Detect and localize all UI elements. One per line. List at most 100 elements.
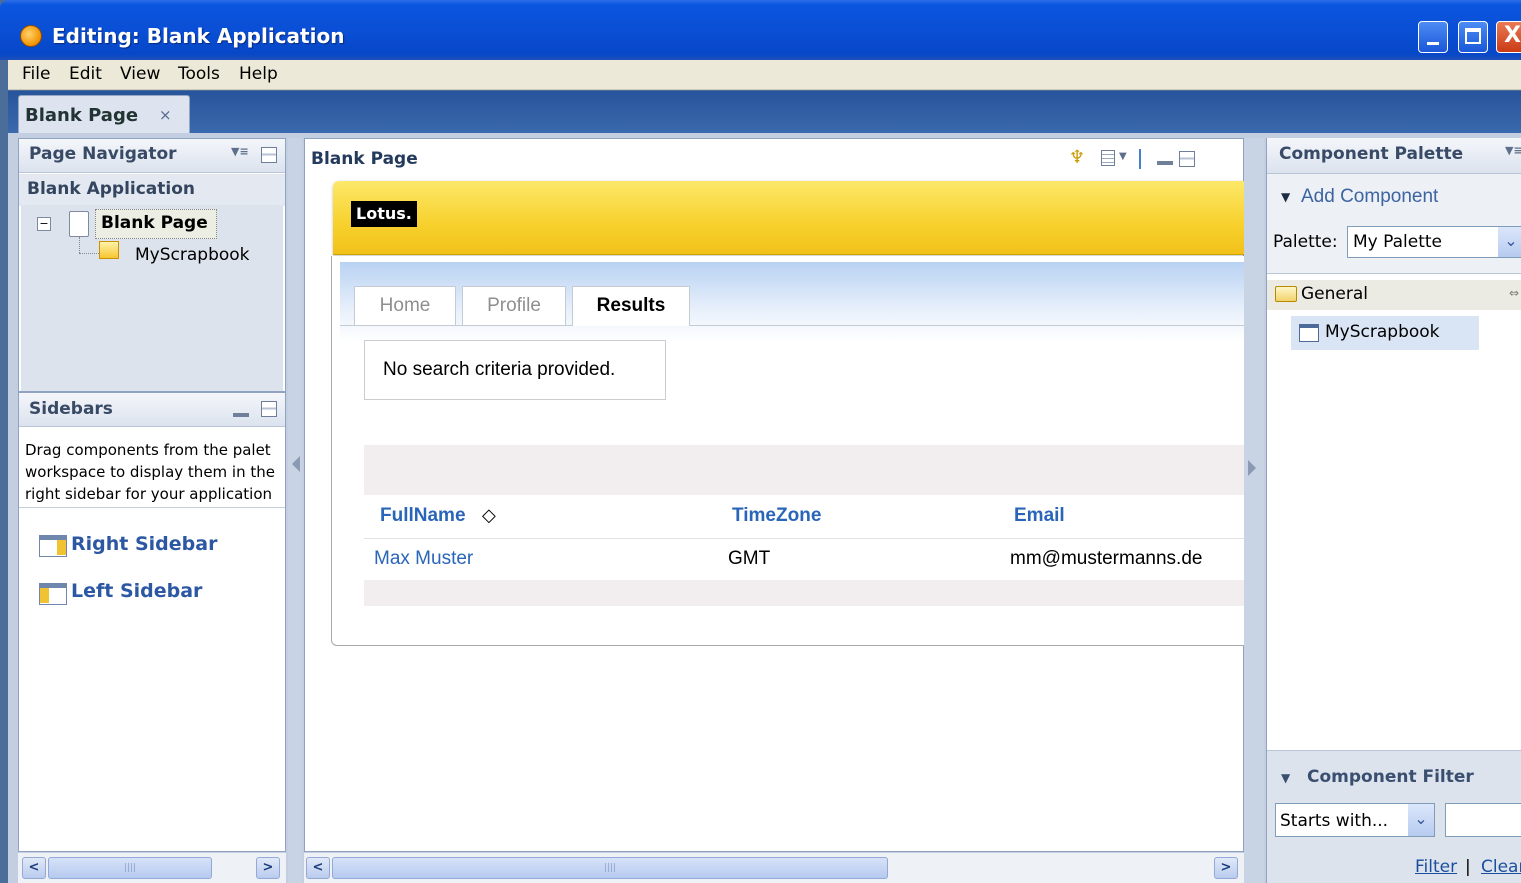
navigator-application[interactable]: Blank Application bbox=[19, 174, 285, 206]
toolbar-separator bbox=[1139, 149, 1141, 169]
column-fullname[interactable]: FullName bbox=[380, 505, 466, 527]
right-sidebar-icon bbox=[39, 535, 67, 557]
close-button[interactable]: X bbox=[1496, 21, 1521, 53]
category-general[interactable]: General ⇔ bbox=[1267, 280, 1521, 310]
window-icon bbox=[1299, 324, 1319, 342]
palette-label: Palette: bbox=[1273, 232, 1338, 252]
collapse-toggle-icon[interactable]: − bbox=[37, 217, 51, 231]
collapse-left-icon[interactable] bbox=[292, 456, 300, 472]
tab-close-icon[interactable]: × bbox=[159, 106, 172, 124]
layout-dropdown-icon[interactable]: ▼ bbox=[1119, 151, 1127, 162]
cell-fullname[interactable]: Max Muster bbox=[374, 548, 473, 570]
page-editor-header: Blank Page ♆ ▼ bbox=[305, 139, 1243, 179]
maximize-panel-icon[interactable] bbox=[261, 401, 277, 417]
menu-tools[interactable]: Tools bbox=[178, 64, 220, 84]
menu-edit[interactable]: Edit bbox=[69, 64, 102, 84]
cell-timezone: GMT bbox=[728, 548, 771, 569]
minimize-panel-icon[interactable] bbox=[233, 413, 249, 417]
page-editor: Blank Page ♆ ▼ Lotus. Home Profile Resul… bbox=[304, 138, 1245, 852]
table-header: FullName ◇ TimeZone Email bbox=[364, 495, 1244, 539]
app-icon bbox=[20, 25, 42, 47]
column-timezone[interactable]: TimeZone bbox=[732, 505, 821, 527]
maximize-button[interactable] bbox=[1458, 21, 1488, 53]
minimize-button[interactable] bbox=[1418, 21, 1448, 53]
palette-select[interactable]: My Palette ⌄ bbox=[1347, 226, 1521, 258]
chevron-down-icon[interactable]: ⌄ bbox=[1408, 804, 1434, 836]
sidebars-panel: Sidebars Drag components from the palet … bbox=[18, 392, 286, 852]
left-splitter[interactable] bbox=[288, 138, 302, 883]
filter-link[interactable]: Filter bbox=[1415, 857, 1457, 877]
view-menu-icon[interactable]: ▼≡ bbox=[231, 145, 249, 158]
lightbulb-icon[interactable]: ♆ bbox=[1069, 147, 1085, 168]
view-menu-icon[interactable]: ▼≡ bbox=[1505, 144, 1521, 157]
minimize-panel-icon[interactable] bbox=[1157, 161, 1173, 165]
sort-icon[interactable]: ◇ bbox=[482, 505, 496, 526]
table-row: Max Muster GMT mm@mustermanns.de bbox=[364, 540, 1244, 580]
right-sidebar-item[interactable]: Right Sidebar bbox=[71, 533, 217, 555]
chevron-down-icon[interactable]: ⌄ bbox=[1498, 227, 1521, 257]
scroll-thumb[interactable]: |||| bbox=[48, 857, 212, 879]
tab-underline bbox=[340, 325, 1244, 326]
cell-email: mm@mustermanns.de bbox=[1010, 548, 1203, 569]
scroll-thumb[interactable]: |||| bbox=[332, 857, 888, 879]
expand-icon: ▼ bbox=[1281, 190, 1291, 204]
clear-link[interactable]: Clear bbox=[1481, 857, 1521, 877]
window-title: Editing: Blank Application bbox=[52, 24, 345, 48]
menu-bar: File Edit View Tools Help bbox=[8, 60, 1521, 90]
menu-view[interactable]: View bbox=[120, 64, 160, 84]
tab-label: Blank Page bbox=[25, 105, 139, 126]
maximize-panel-icon[interactable] bbox=[1179, 151, 1195, 167]
palette-item-myscrapbook[interactable]: MyScrapbook bbox=[1291, 316, 1479, 350]
palette-selector-row: Palette: My Palette ⌄ bbox=[1267, 224, 1521, 274]
sidebars-title: Sidebars bbox=[29, 399, 113, 419]
lotus-logo: Lotus. bbox=[351, 201, 417, 227]
center-hscrollbar[interactable]: < |||| > bbox=[304, 852, 1244, 883]
tree-item-myscrapbook[interactable]: MyScrapbook bbox=[135, 245, 250, 265]
pin-icon[interactable]: ⇔ bbox=[1509, 286, 1519, 300]
scroll-right-button[interactable]: > bbox=[256, 857, 280, 879]
scroll-right-button[interactable]: > bbox=[1214, 857, 1238, 879]
maximize-panel-icon[interactable] bbox=[261, 147, 277, 163]
page-navigator-panel: Page Navigator ▼≡ Blank Application − Bl… bbox=[18, 138, 286, 392]
layout-icon[interactable] bbox=[1101, 150, 1115, 166]
collapse-right-icon[interactable] bbox=[1248, 460, 1256, 476]
filter-mode-value: Starts with... bbox=[1280, 811, 1389, 831]
column-email[interactable]: Email bbox=[1014, 505, 1065, 527]
status-message: No search criteria provided. bbox=[364, 340, 666, 400]
filter-input[interactable] bbox=[1445, 803, 1521, 837]
component-palette: Component Palette ▼≡ ▼ Add Component Pal… bbox=[1266, 138, 1521, 883]
right-splitter[interactable] bbox=[1244, 138, 1264, 883]
maximize-icon bbox=[1465, 28, 1481, 44]
sidebars-help-text: Drag components from the palet workspace… bbox=[25, 439, 287, 505]
component-filter: ▼ Component Filter Starts with... ⌄ Filt… bbox=[1267, 750, 1521, 883]
tree-item-blank-page[interactable]: Blank Page bbox=[101, 213, 208, 233]
scroll-left-button[interactable]: < bbox=[22, 857, 46, 879]
palette-header: Component Palette ▼≡ bbox=[1267, 138, 1521, 174]
minimize-icon bbox=[1427, 42, 1439, 45]
menu-help[interactable]: Help bbox=[239, 64, 278, 84]
left-hscrollbar[interactable]: < |||| > bbox=[18, 852, 286, 883]
help-line: Drag components from the palet bbox=[25, 441, 271, 459]
tab-profile[interactable]: Profile bbox=[462, 286, 566, 325]
filter-mode-select[interactable]: Starts with... ⌄ bbox=[1275, 803, 1435, 837]
portlet-content: Home Profile Results No search criteria … bbox=[331, 256, 1245, 646]
menu-file[interactable]: File bbox=[22, 64, 50, 84]
title-bar[interactable]: Editing: Blank Application X bbox=[0, 0, 1521, 60]
sidebars-header: Sidebars bbox=[19, 393, 285, 427]
table-toolbar bbox=[364, 445, 1244, 495]
lotus-banner: Lotus. bbox=[333, 181, 1245, 255]
palette-item-label: MyScrapbook bbox=[1325, 322, 1440, 342]
scroll-left-button[interactable]: < bbox=[306, 857, 330, 879]
tab-home[interactable]: Home bbox=[354, 286, 456, 325]
add-component-label[interactable]: Add Component bbox=[1301, 186, 1438, 208]
left-sidebar-item[interactable]: Left Sidebar bbox=[71, 580, 202, 602]
add-component-section[interactable]: ▼ Add Component bbox=[1267, 174, 1521, 224]
page-icon bbox=[69, 211, 89, 237]
close-icon: X bbox=[1504, 23, 1521, 48]
tab-results[interactable]: Results bbox=[572, 286, 690, 326]
folder-icon bbox=[1275, 286, 1297, 302]
page-navigator-header: Page Navigator ▼≡ bbox=[19, 139, 285, 173]
tab-blank-page[interactable]: Blank Page × bbox=[18, 95, 190, 133]
help-line: right sidebar for your application bbox=[25, 485, 273, 503]
expand-icon[interactable]: ▼ bbox=[1281, 771, 1290, 785]
